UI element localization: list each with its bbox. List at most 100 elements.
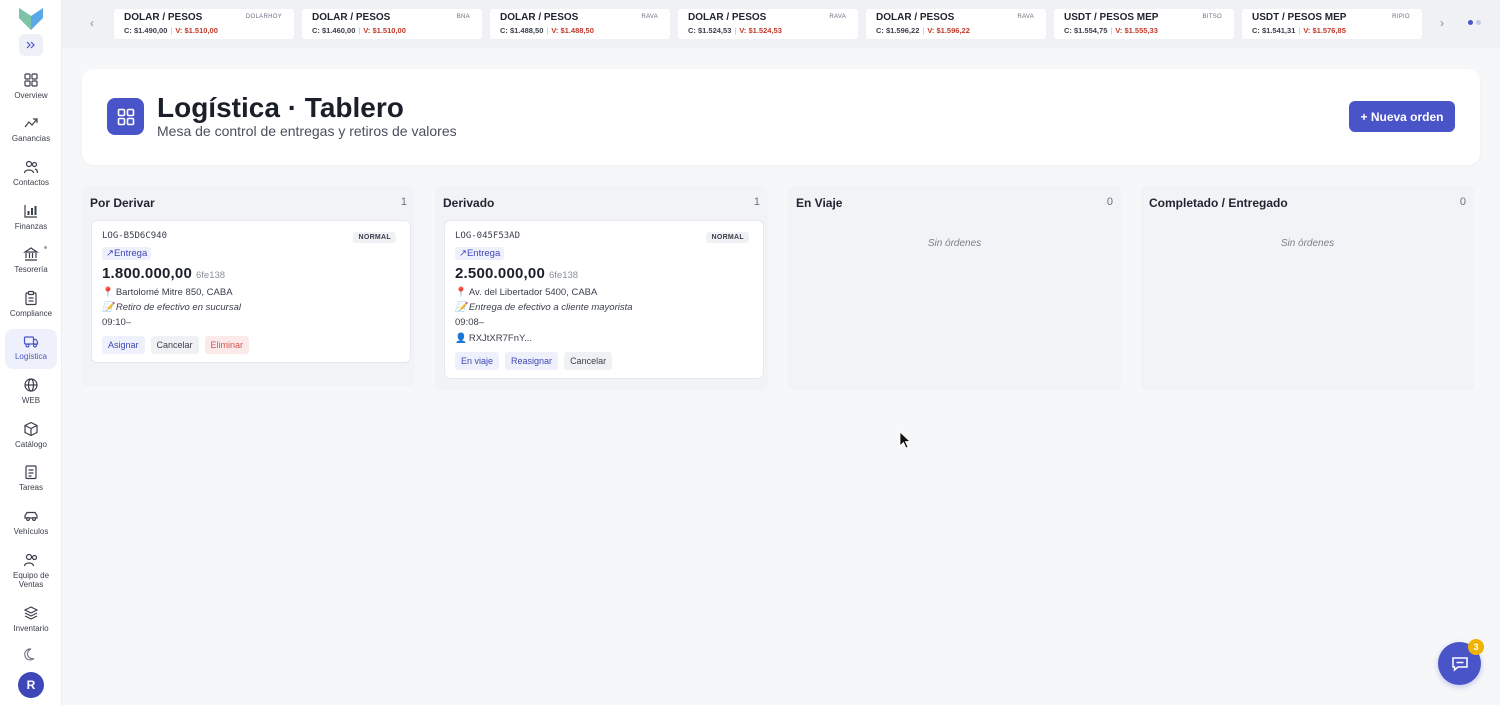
priority-badge: NORMAL (353, 232, 396, 243)
sidebar-item-contactos[interactable]: Contactos (5, 155, 57, 195)
box-icon (24, 421, 38, 437)
new-order-button[interactable]: + Nueva orden (1349, 101, 1455, 132)
ticker-pair: DOLAR / PESOS (876, 12, 955, 23)
sidebar-item-overview[interactable]: Overview (5, 68, 57, 108)
cancel-button[interactable]: Cancelar (564, 352, 613, 370)
column-en-viaje: En Viaje 0 Sin órdenes (788, 186, 1121, 391)
truck-icon (23, 336, 39, 348)
sidebar-item-label: Vehículos (13, 527, 49, 536)
bar-chart-icon (24, 205, 37, 218)
ticker-sell: V: $1.524,53 (739, 26, 782, 35)
note-icon: 📝 (455, 302, 467, 313)
team-icon (23, 553, 38, 567)
order-type-badge: ↗Entrega (455, 247, 505, 260)
ticker-sell: V: $1.555,33 (1115, 26, 1158, 35)
delete-button[interactable]: Eliminar (204, 336, 250, 354)
ticker-card: DOLAR / PESOS RAVA C: $1.596,22 | V: $1.59… (866, 9, 1046, 39)
dashboard-icon (107, 98, 144, 135)
ticker-card: DOLAR / PESOS BNA C: $1.460,00 | V: $1.510… (302, 9, 482, 39)
sidebar-item-label: Catálogo (14, 440, 48, 449)
column-title: Por Derivar (90, 196, 155, 210)
ticker-card: USDT / PESOS MEP RIPIO C: $1.541,31 | V: $… (1242, 9, 1422, 39)
ticker-card: DOLAR / PESOS RAVA C: $1.488,50 | V: $1.48… (490, 9, 670, 39)
ticker-buy: C: $1.460,00 (312, 26, 356, 35)
assign-button[interactable]: Asignar (102, 336, 145, 354)
order-driver: 👤 RXJtXR7FnY... (455, 333, 533, 344)
column-title: En Viaje (796, 196, 843, 210)
sidebar-item-tareas[interactable]: Tareas (5, 460, 57, 500)
ticker-sell: V: $1.488,50 (551, 26, 594, 35)
column-title: Completado / Entregado (1149, 196, 1288, 210)
order-address: 📍 Av. del Libertador 5400, CABA (455, 287, 598, 298)
column-por-derivar: Por Derivar 1 LOG-B5D6C940 NORMAL ↗Entre… (82, 186, 415, 386)
column-count: 0 (1106, 196, 1113, 208)
page-subtitle: Mesa de control de entregas y retiros de… (157, 123, 457, 139)
clipboard-icon (25, 290, 37, 306)
dark-mode-icon[interactable] (23, 646, 39, 662)
ticker-values: C: $1.490,00 | V: $1.510,00 (124, 26, 218, 35)
sidebar-item-ganancias[interactable]: Ganancias (5, 111, 57, 151)
ticker-buy: C: $1.596,22 (876, 26, 920, 35)
column-count: 0 (1459, 196, 1466, 208)
bank-icon (23, 247, 39, 261)
ticker-values: C: $1.460,00 | V: $1.510,00 (312, 26, 406, 35)
ticker-pair: DOLAR / PESOS (312, 12, 391, 23)
ticker-pair: DOLAR / PESOS (500, 12, 579, 23)
sidebar-item-label: Overview (14, 91, 48, 100)
chevron-right-icon: › (1440, 16, 1444, 30)
ticker-values: C: $1.596,22 | V: $1.596,22 (876, 26, 970, 35)
sidebar-item-compliance[interactable]: Compliance (5, 286, 57, 326)
sidebar-item-inventario[interactable]: Inventario (5, 601, 57, 641)
order-type-badge: ↗Entrega (102, 247, 152, 260)
in-transit-button[interactable]: En viaje (455, 352, 500, 370)
empty-state: Sin órdenes (927, 238, 982, 249)
sidebar-item-vehiculos[interactable]: Vehículos (5, 504, 57, 544)
ticker-card: DOLAR / PESOS DOLARHOY C: $1.490,00 | V: $… (114, 9, 294, 39)
sidebar-item-equipo-de-ventas[interactable]: Equipo de Ventas (5, 548, 57, 594)
order-card[interactable]: LOG-045F53AD NORMAL ↗Entrega 2.500.000,0… (444, 220, 764, 379)
sidebar: Overview Ganancias Contactos Finanzas Te… (0, 0, 62, 705)
column-derivado: Derivado 1 LOG-045F53AD NORMAL ↗Entrega … (435, 186, 768, 391)
expand-sidebar-button[interactable] (19, 34, 43, 56)
ticker-sell: V: $1.510,00 (363, 26, 406, 35)
ticker-buy: C: $1.488,50 (500, 26, 544, 35)
ticker-prev-button[interactable]: ‹ (82, 12, 102, 34)
pin-icon: 📍 (455, 287, 467, 298)
sidebar-item-label: Tesorería (14, 265, 48, 274)
page-header: Logística · Tablero Mesa de control de e… (82, 69, 1480, 165)
sidebar-item-web[interactable]: WEB (5, 373, 57, 413)
ticker-buy: C: $1.554,75 (1064, 26, 1108, 35)
column-completado: Completado / Entregado 0 Sin órdenes (1141, 186, 1474, 391)
column-title: Derivado (443, 196, 495, 210)
order-time: 09:08– (455, 317, 485, 328)
empty-state: Sin órdenes (1280, 238, 1335, 249)
page-title: Logística · Tablero (157, 92, 404, 123)
notification-dot (44, 246, 47, 249)
sidebar-item-label: Tareas (18, 483, 43, 492)
person-icon: 👤 (455, 333, 467, 344)
ticker-source: RAVA (829, 14, 846, 20)
ticker-source: RIPIO (1392, 14, 1410, 20)
pin-icon: 📍 (102, 287, 114, 298)
sidebar-item-label: Compliance (9, 309, 53, 318)
order-card[interactable]: LOG-B5D6C940 NORMAL ↗Entrega 1.800.000,0… (91, 220, 411, 363)
ticker-sell: V: $1.510,00 (175, 26, 218, 35)
reassign-button[interactable]: Reasignar (505, 352, 559, 370)
sidebar-item-catalogo[interactable]: Catálogo (5, 417, 57, 457)
sidebar-item-tesoreria[interactable]: Tesorería (5, 242, 57, 282)
car-icon (24, 511, 38, 522)
ticker-source: RAVA (1017, 14, 1034, 20)
cancel-button[interactable]: Cancelar (150, 336, 199, 354)
ticker-buy: C: $1.490,00 (124, 26, 168, 35)
note-icon: 📝 (102, 302, 114, 313)
ticker-next-button[interactable]: › (1432, 12, 1452, 34)
user-avatar[interactable]: R (18, 672, 44, 698)
ticker-pagination[interactable] (1468, 20, 1481, 25)
app-logo[interactable] (17, 6, 45, 32)
ticker-values: C: $1.541,31 | V: $1.576,85 (1252, 26, 1346, 35)
sidebar-item-label: Equipo de Ventas (12, 571, 50, 589)
sidebar-item-finanzas[interactable]: Finanzas (5, 199, 57, 239)
sidebar-item-logistica[interactable]: Logística (5, 329, 57, 369)
order-time: 09:10– (102, 317, 132, 328)
ticker-pair: DOLAR / PESOS (688, 12, 767, 23)
